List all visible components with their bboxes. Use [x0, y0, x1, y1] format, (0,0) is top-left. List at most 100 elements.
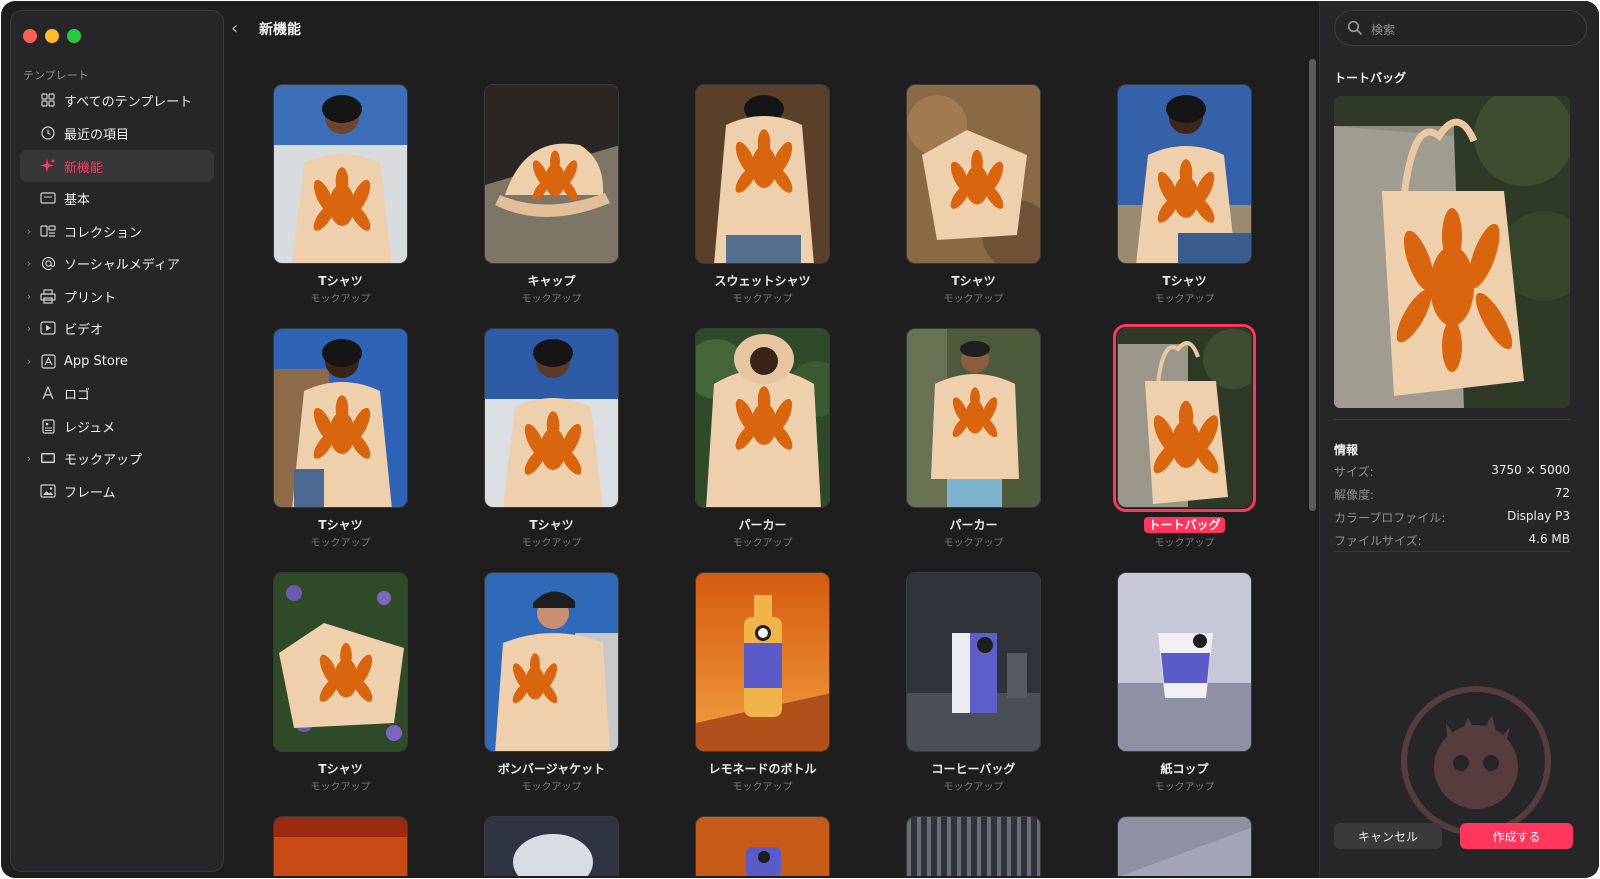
search-field[interactable]: 検索: [1334, 10, 1587, 46]
sidebar-item[interactable]: › プリント: [20, 280, 214, 312]
sidebar-item[interactable]: › App Store: [20, 345, 214, 377]
display-icon: [39, 449, 57, 467]
info-row: カラープロファイル: Display P3: [1334, 509, 1570, 527]
template-category: モックアップ: [943, 294, 1004, 305]
template-thumbnail[interactable]: [695, 328, 830, 508]
printer-icon: [39, 287, 57, 305]
sidebar-item[interactable]: ロゴ: [20, 377, 214, 409]
template-category: モックアップ: [732, 294, 793, 305]
template-category: モックアップ: [1154, 538, 1215, 549]
template-thumbnail[interactable]: [273, 816, 408, 876]
template-name: スウェットシャツ: [714, 274, 811, 288]
sidebar-item-label: App Store: [64, 353, 128, 369]
chevron-right-icon[interactable]: ›: [24, 290, 34, 303]
template-thumbnail[interactable]: [484, 816, 619, 876]
template-thumbnail[interactable]: [695, 572, 830, 752]
template-thumbnail[interactable]: [1117, 816, 1252, 876]
template-name: トートバッグ: [1087, 516, 1282, 533]
info-row: サイズ: 3750 × 5000: [1334, 463, 1570, 481]
template-category: モックアップ: [1154, 294, 1215, 305]
info-value: Display P3: [1507, 509, 1570, 523]
chevron-right-icon[interactable]: ›: [24, 452, 34, 465]
scrollbar-thumb[interactable]: [1309, 59, 1316, 511]
info-row: ファイルサイズ: 4.6 MB: [1334, 532, 1570, 550]
sidebar-item-label: 基本: [64, 192, 91, 208]
collection-icon: [39, 222, 57, 240]
template-name: レモネードのボトル: [708, 762, 817, 776]
app-store-icon: [39, 352, 57, 370]
sidebar-item[interactable]: すべてのテンプレート: [20, 84, 214, 116]
info-value: 3750 × 5000: [1491, 463, 1570, 477]
template-name: ボンバージャケット: [497, 762, 606, 776]
template-thumbnail[interactable]: [484, 328, 619, 508]
play-icon: [39, 319, 57, 337]
template-category: モックアップ: [521, 538, 582, 549]
info-row: 解像度: 72: [1334, 486, 1570, 504]
chevron-right-icon[interactable]: ›: [24, 225, 34, 238]
sidebar-item[interactable]: レジュメ: [20, 410, 214, 442]
template-category: モックアップ: [310, 538, 371, 549]
template-thumbnail[interactable]: [273, 328, 408, 508]
sparkles-icon: [39, 157, 57, 175]
sidebar-item[interactable]: › ソーシャルメディア: [20, 247, 214, 279]
app-window: テンプレート すべてのテンプレート 最近の項目 新機能 基本 › コレクション › ソーシャル…: [1, 1, 1599, 878]
sidebar-item[interactable]: フレーム: [20, 475, 214, 507]
rectangle-icon: [39, 189, 57, 207]
sidebar-item[interactable]: › ビデオ: [20, 312, 214, 344]
template-thumbnail[interactable]: [906, 816, 1041, 876]
minimize-window-button[interactable]: [45, 29, 59, 43]
template-category: モックアップ: [310, 782, 371, 793]
sidebar-item-label: レジュメ: [64, 420, 116, 436]
sidebar-item-label: モックアップ: [64, 452, 143, 468]
back-chevron-icon[interactable]: ‹: [231, 18, 238, 39]
info-key: 解像度:: [1334, 488, 1375, 502]
photo-icon: [39, 482, 57, 500]
sidebar-section-title: テンプレート: [23, 69, 89, 82]
template-thumbnail[interactable]: [1117, 572, 1252, 752]
template-thumbnail[interactable]: [273, 572, 408, 752]
template-name: Tシャツ: [951, 274, 996, 288]
sidebar-item-label: プリント: [64, 290, 117, 306]
sidebar-item-label: ビデオ: [64, 322, 104, 338]
info-value: 72: [1554, 486, 1570, 500]
info-key: サイズ:: [1334, 465, 1374, 479]
create-button[interactable]: 作成する: [1460, 823, 1573, 849]
chevron-right-icon[interactable]: ›: [24, 322, 34, 335]
sidebar-item-label: 最近の項目: [64, 127, 130, 143]
grid-scrollbar[interactable]: [1307, 57, 1317, 878]
sidebar-item-label: ソーシャルメディア: [64, 257, 180, 273]
template-thumbnail[interactable]: [273, 84, 408, 264]
template-thumbnail[interactable]: [695, 816, 830, 876]
info-title: 情報: [1334, 443, 1359, 457]
template-thumbnail[interactable]: [906, 328, 1041, 508]
template-name: Tシャツ: [529, 518, 574, 532]
template-thumbnail[interactable]: [906, 572, 1041, 752]
template-thumbnail[interactable]: [906, 84, 1041, 264]
template-category: モックアップ: [521, 294, 582, 305]
zoom-window-button[interactable]: [67, 29, 81, 43]
sidebar-item[interactable]: › モックアップ: [20, 442, 214, 474]
template-category: モックアップ: [1154, 782, 1215, 793]
template-name: Tシャツ: [318, 518, 363, 532]
sidebar-item-label: すべてのテンプレート: [64, 94, 193, 110]
monkey-watermark-icon: [1401, 686, 1551, 836]
template-category: モックアップ: [943, 538, 1004, 549]
sidebar-item[interactable]: 新機能: [20, 150, 214, 182]
chevron-right-icon[interactable]: ›: [24, 355, 34, 368]
preview-image: [1334, 96, 1570, 408]
cancel-button[interactable]: キャンセル: [1334, 823, 1442, 849]
template-thumbnail[interactable]: [695, 84, 830, 264]
template-thumbnail[interactable]: [484, 84, 619, 264]
sidebar-item[interactable]: 基本: [20, 182, 214, 214]
template-thumbnail[interactable]: [484, 572, 619, 752]
sidebar: テンプレート すべてのテンプレート 最近の項目 新機能 基本 › コレクション › ソーシャル…: [10, 10, 224, 872]
template-name: パーカー: [949, 518, 998, 532]
template-name: キャップ: [527, 274, 576, 288]
template-category: モックアップ: [732, 782, 793, 793]
template-thumbnail[interactable]: [1117, 84, 1252, 264]
close-window-button[interactable]: [23, 29, 37, 43]
chevron-right-icon[interactable]: ›: [24, 257, 34, 270]
sidebar-item[interactable]: › コレクション: [20, 215, 214, 247]
template-thumbnail[interactable]: [1113, 324, 1256, 512]
sidebar-item[interactable]: 最近の項目: [20, 117, 214, 149]
